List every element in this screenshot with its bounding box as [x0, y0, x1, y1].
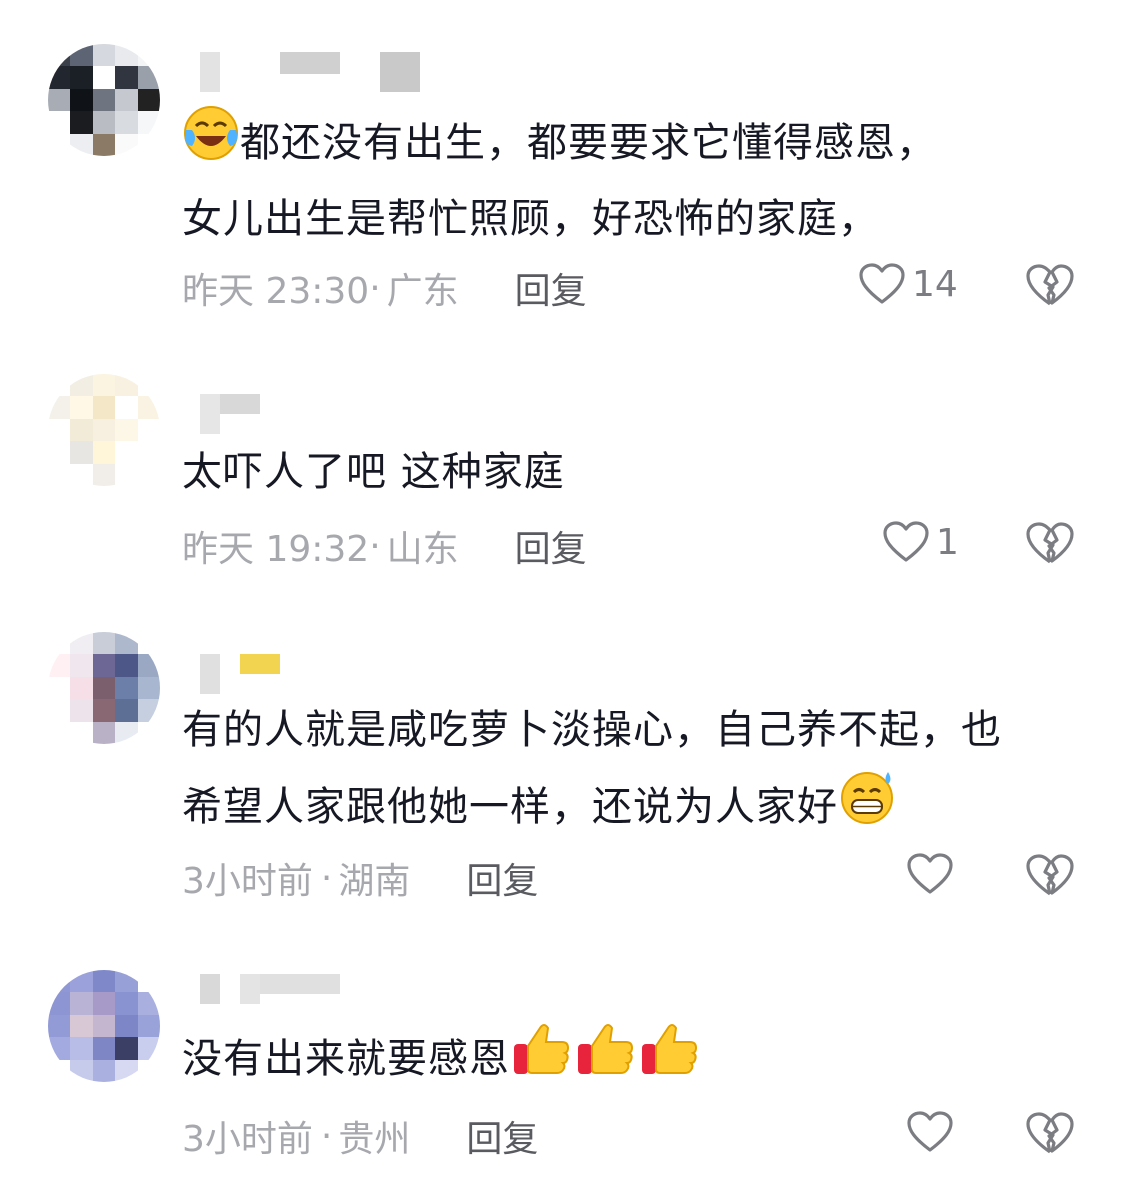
comment-item: 都还没有出生，都要要求它懂得感恩， 女儿出生是帮忙照顾，好恐怖的家庭， 昨天 2…	[0, 0, 1125, 330]
reply-button[interactable]: 回复	[515, 520, 587, 572]
timestamp: 3小时前	[182, 1119, 313, 1160]
heart-outline-icon	[906, 852, 954, 896]
avatar[interactable]	[48, 44, 160, 156]
location: 山东	[386, 529, 459, 570]
broken-heart-icon[interactable]	[1024, 520, 1076, 572]
comment-meta: 3小时前 · 贵州 回复	[182, 1110, 538, 1162]
comment-text: 都还没有出生，都要要求它懂得感恩， 女儿出生是帮忙照顾，好恐怖的家庭，	[182, 104, 937, 257]
meta-separator: ·	[320, 1115, 333, 1157]
broken-heart-icon[interactable]	[1024, 262, 1076, 314]
heart-outline-icon	[906, 1110, 954, 1154]
comment-text: 有的人就是咸吃萝卜淡操心，自己养不起，也 希望人家跟他她一样，还说为人家好	[182, 692, 1002, 845]
broken-heart-icon[interactable]	[1024, 1110, 1076, 1162]
like-button[interactable]: 14	[858, 262, 958, 306]
comment-line: 都还没有出生，都要要求它懂得感恩，	[240, 120, 937, 166]
timestamp: 3小时前	[182, 861, 313, 902]
comment-item: 太吓人了吧 这种家庭 昨天 19:32 · 山东 回复 1	[0, 330, 1125, 590]
username-redacted[interactable]	[200, 394, 260, 434]
meta-separator: ·	[369, 267, 381, 309]
like-count: 1	[936, 521, 959, 563]
thumbs-up-emoji	[638, 1020, 702, 1078]
like-button[interactable]: 1	[882, 520, 959, 564]
username-redacted[interactable]	[200, 52, 420, 92]
comment-line: 有的人就是咸吃萝卜淡操心，自己养不起，也	[182, 707, 1002, 753]
comment-item: 有的人就是咸吃萝卜淡操心，自己养不起，也 希望人家跟他她一样，还说为人家好 3小…	[0, 590, 1125, 930]
username-redacted[interactable]	[200, 974, 340, 1014]
heart-outline-icon	[858, 262, 906, 306]
grimacing-sweat-emoji	[838, 768, 898, 826]
reply-button[interactable]: 回复	[466, 852, 538, 904]
comment-meta: 昨天 19:32 · 山东 回复	[182, 520, 587, 572]
avatar[interactable]	[48, 970, 160, 1082]
username-redacted[interactable]	[200, 654, 280, 694]
comment-text: 没有出来就要感恩	[182, 1020, 702, 1097]
location: 贵州	[338, 1119, 411, 1160]
like-button[interactable]	[906, 852, 960, 896]
meta-separator: ·	[320, 857, 333, 899]
reply-button[interactable]: 回复	[466, 1110, 538, 1162]
comment-line: 太吓人了吧 这种家庭	[182, 449, 565, 495]
comment-line: 没有出来就要感恩	[182, 1036, 510, 1082]
comment-line: 女儿出生是帮忙照顾，好恐怖的家庭，	[182, 196, 879, 242]
like-count: 14	[912, 263, 958, 305]
comment-text: 太吓人了吧 这种家庭	[182, 434, 565, 510]
reply-button[interactable]: 回复	[515, 262, 587, 314]
timestamp: 昨天 19:32	[182, 529, 370, 570]
comment-item: 没有出来就要感恩 3小时前 · 贵州 回复	[0, 930, 1125, 1188]
broken-heart-icon[interactable]	[1024, 852, 1076, 904]
thumbs-up-emoji	[574, 1020, 638, 1078]
comment-meta: 3小时前 · 湖南 回复	[182, 852, 538, 904]
thumbs-up-emoji	[510, 1020, 574, 1078]
laughing-crying-emoji	[182, 104, 240, 162]
avatar[interactable]	[48, 632, 160, 744]
like-button[interactable]	[906, 1110, 960, 1154]
timestamp: 昨天 23:30	[182, 271, 370, 312]
location: 广东	[386, 271, 459, 312]
comment-line: 希望人家跟他她一样，还说为人家好	[182, 784, 838, 830]
avatar[interactable]	[48, 374, 160, 486]
location: 湖南	[338, 861, 411, 902]
comment-meta: 昨天 23:30 · 广东 回复	[182, 262, 587, 314]
heart-outline-icon	[882, 520, 930, 564]
meta-separator: ·	[369, 525, 381, 567]
